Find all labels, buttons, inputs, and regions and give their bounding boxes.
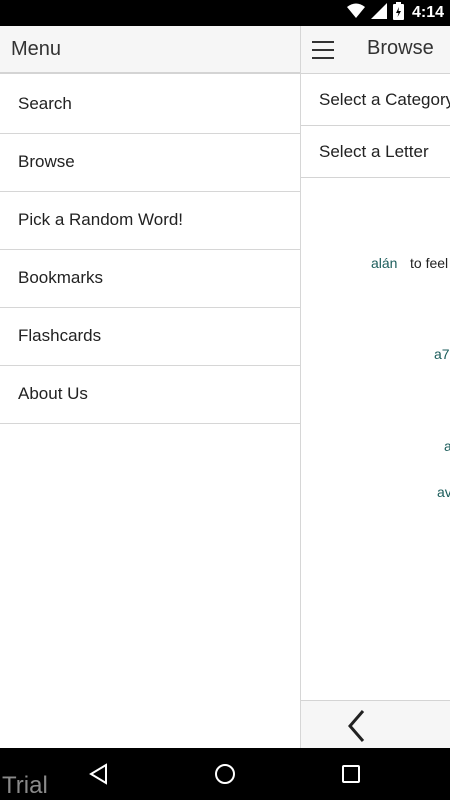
trial-watermark: Trial — [2, 772, 48, 799]
menu-item-search[interactable]: Search — [0, 76, 300, 134]
entry-word[interactable]: a — [444, 438, 450, 454]
navigation-drawer: Menu Search Browse Pick a Random Word! B… — [0, 26, 300, 748]
home-icon[interactable] — [211, 760, 239, 788]
entry-word[interactable]: a7 — [434, 346, 450, 362]
menu-item-browse[interactable]: Browse — [0, 134, 300, 192]
select-category-label: Select a Category — [319, 90, 450, 109]
select-category-dropdown[interactable]: Select a Category — [301, 74, 450, 126]
menu-item-label: Pick a Random Word! — [18, 210, 184, 229]
menu-item-flashcards[interactable]: Flashcards — [0, 308, 300, 366]
menu-list: Search Browse Pick a Random Word! Bookma… — [0, 76, 300, 424]
menu-item-about-us[interactable]: About Us — [0, 366, 300, 424]
select-letter-dropdown[interactable]: Select a Letter — [301, 126, 450, 178]
menu-item-label: Browse — [18, 152, 75, 171]
drawer-header: Menu — [0, 26, 300, 74]
entry-word[interactable]: av — [437, 484, 450, 500]
menu-item-label: Flashcards — [18, 326, 102, 345]
signal-icon — [370, 2, 387, 24]
menu-item-random-word[interactable]: Pick a Random Word! — [0, 192, 300, 250]
chevron-left-icon[interactable] — [345, 709, 369, 748]
drawer-title: Menu — [11, 38, 62, 60]
status-bar: 4:14 — [0, 0, 450, 26]
system-nav-bar: Trial — [0, 748, 450, 800]
battery-icon — [392, 1, 404, 25]
app-bottom-bar — [301, 700, 450, 748]
menu-item-bookmarks[interactable]: Bookmarks — [0, 250, 300, 308]
app-title: Browse — [367, 37, 434, 59]
entry-word[interactable]: alán — [371, 255, 397, 271]
menu-item-label: About Us — [18, 384, 88, 403]
wifi-icon — [346, 3, 365, 24]
back-icon[interactable] — [85, 760, 113, 788]
entry-definition: to feel — [410, 255, 449, 271]
app-header: Browse — [301, 26, 450, 74]
hamburger-menu-icon[interactable] — [312, 41, 334, 59]
menu-item-label: Bookmarks — [18, 268, 104, 287]
status-time: 4:14 — [411, 4, 444, 21]
app-panel: Browse Select a Category Select a Letter… — [300, 26, 450, 748]
select-letter-label: Select a Letter — [319, 142, 429, 161]
recents-icon[interactable] — [337, 760, 365, 788]
menu-item-label: Search — [18, 94, 72, 113]
status-icons: 4:14 — [346, 0, 444, 26]
